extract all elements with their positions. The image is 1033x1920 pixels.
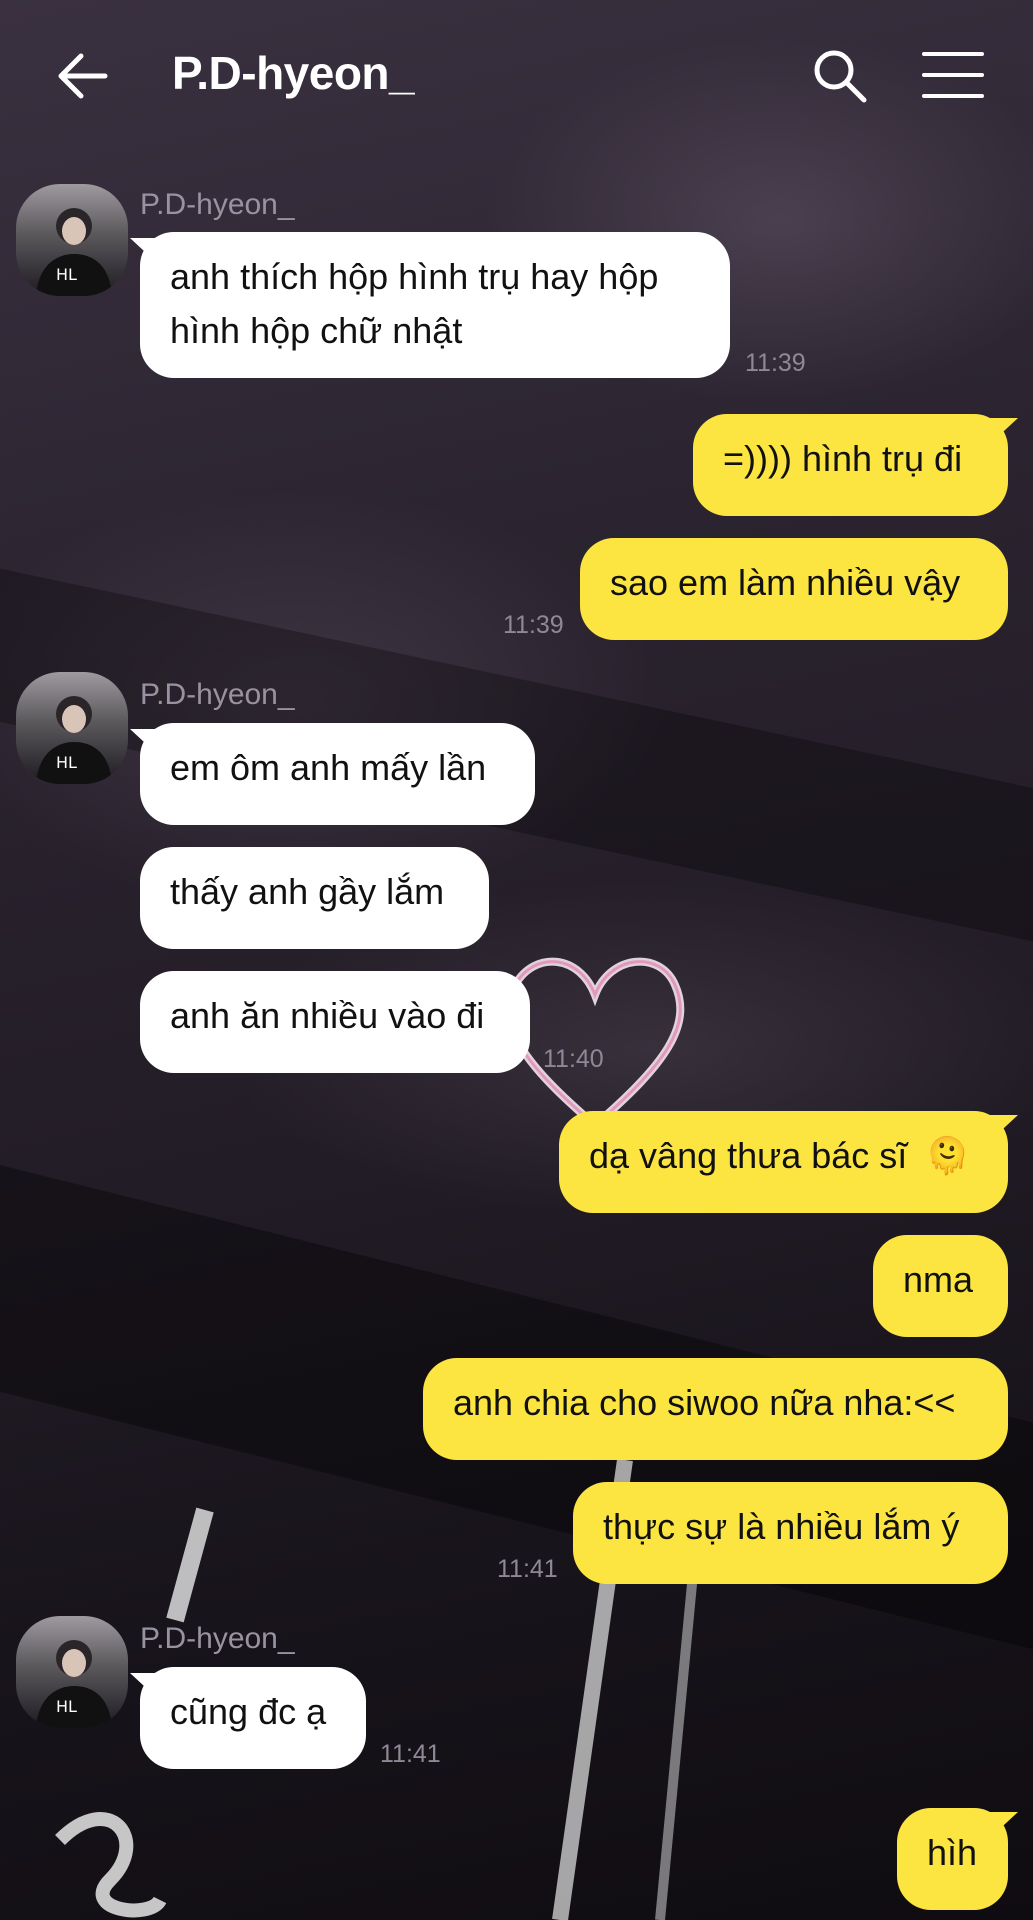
message-text: cũng đc ạ [170, 1691, 327, 1732]
message-text: hình hộp chữ nhật [170, 310, 463, 351]
message-bubble-incoming[interactable]: anh ăn nhiều vào đi [140, 971, 530, 1073]
avatar[interactable]: HL [16, 672, 128, 784]
message-text: anh chia cho siwoo nữa nha:<< [453, 1382, 956, 1423]
avatar-photo: HL [36, 696, 112, 784]
avatar-photo: HL [36, 1640, 112, 1728]
sender-name: P.D-hyeon_ [140, 1622, 295, 1655]
arrow-left-icon[interactable] [55, 48, 111, 104]
message-text: nma [903, 1259, 974, 1300]
message-text: thực sự là nhiều lắm ý [603, 1506, 960, 1547]
message-bubble-incoming[interactable]: cũng đc ạ [140, 1667, 366, 1769]
message-timestamp: 11:40 [543, 1045, 604, 1073]
search-icon[interactable] [812, 48, 868, 104]
message-bubble-outgoing[interactable]: thực sự là nhiều lắm ý [573, 1482, 1008, 1584]
message-bubble-incoming[interactable]: thấy anh gầy lắm [140, 847, 489, 949]
message-bubble-outgoing[interactable]: hìh [897, 1808, 1008, 1910]
svg-text:HL: HL [56, 1697, 77, 1716]
chat-title: P.D-hyeon_ [172, 47, 415, 99]
avatar[interactable]: HL [16, 184, 128, 296]
message-timestamp: 11:39 [503, 611, 564, 639]
message-timestamp: 11:41 [380, 1740, 441, 1768]
message-bubble-outgoing[interactable]: =)))) hình trụ đi [693, 414, 1008, 516]
message-timestamp: 11:39 [745, 349, 806, 377]
svg-text:HL: HL [56, 753, 77, 772]
avatar-photo: HL [36, 208, 112, 296]
message-bubble-outgoing[interactable]: anh chia cho siwoo nữa nha:<< [423, 1358, 1008, 1460]
message-bubble-outgoing[interactable]: dạ vâng thưa bác sĩ 🫠 [559, 1111, 1008, 1213]
message-bubble-incoming[interactable]: anh thích hộp hình trụ hay hộp hình hộp … [140, 232, 730, 378]
message-text: hìh [927, 1832, 978, 1873]
sender-name: P.D-hyeon_ [140, 678, 295, 711]
message-timestamp: 11:41 [497, 1555, 558, 1583]
message-text: anh thích hộp hình trụ hay hộp [170, 256, 659, 297]
message-text: anh ăn nhiều vào đi [170, 995, 485, 1036]
message-text: em ôm anh mấy lần [170, 747, 487, 788]
hamburger-menu-icon[interactable] [922, 50, 984, 100]
message-text: thấy anh gầy lắm [170, 871, 445, 912]
sender-name: P.D-hyeon_ [140, 188, 295, 221]
message-bubble-outgoing[interactable]: nma [873, 1235, 1008, 1337]
message-text: dạ vâng thưa bác sĩ [589, 1135, 908, 1176]
message-text: sao em làm nhiều vậy [610, 562, 961, 603]
melting-face-emoji-icon: 🫠 [925, 1135, 971, 1176]
message-text: =)))) hình trụ đi [723, 438, 963, 479]
avatar[interactable]: HL [16, 1616, 128, 1728]
message-bubble-outgoing[interactable]: sao em làm nhiều vậy [580, 538, 1008, 640]
chat-header: P.D-hyeon_ [0, 0, 1033, 150]
svg-text:HL: HL [56, 265, 77, 284]
message-bubble-incoming[interactable]: em ôm anh mấy lần [140, 723, 535, 825]
